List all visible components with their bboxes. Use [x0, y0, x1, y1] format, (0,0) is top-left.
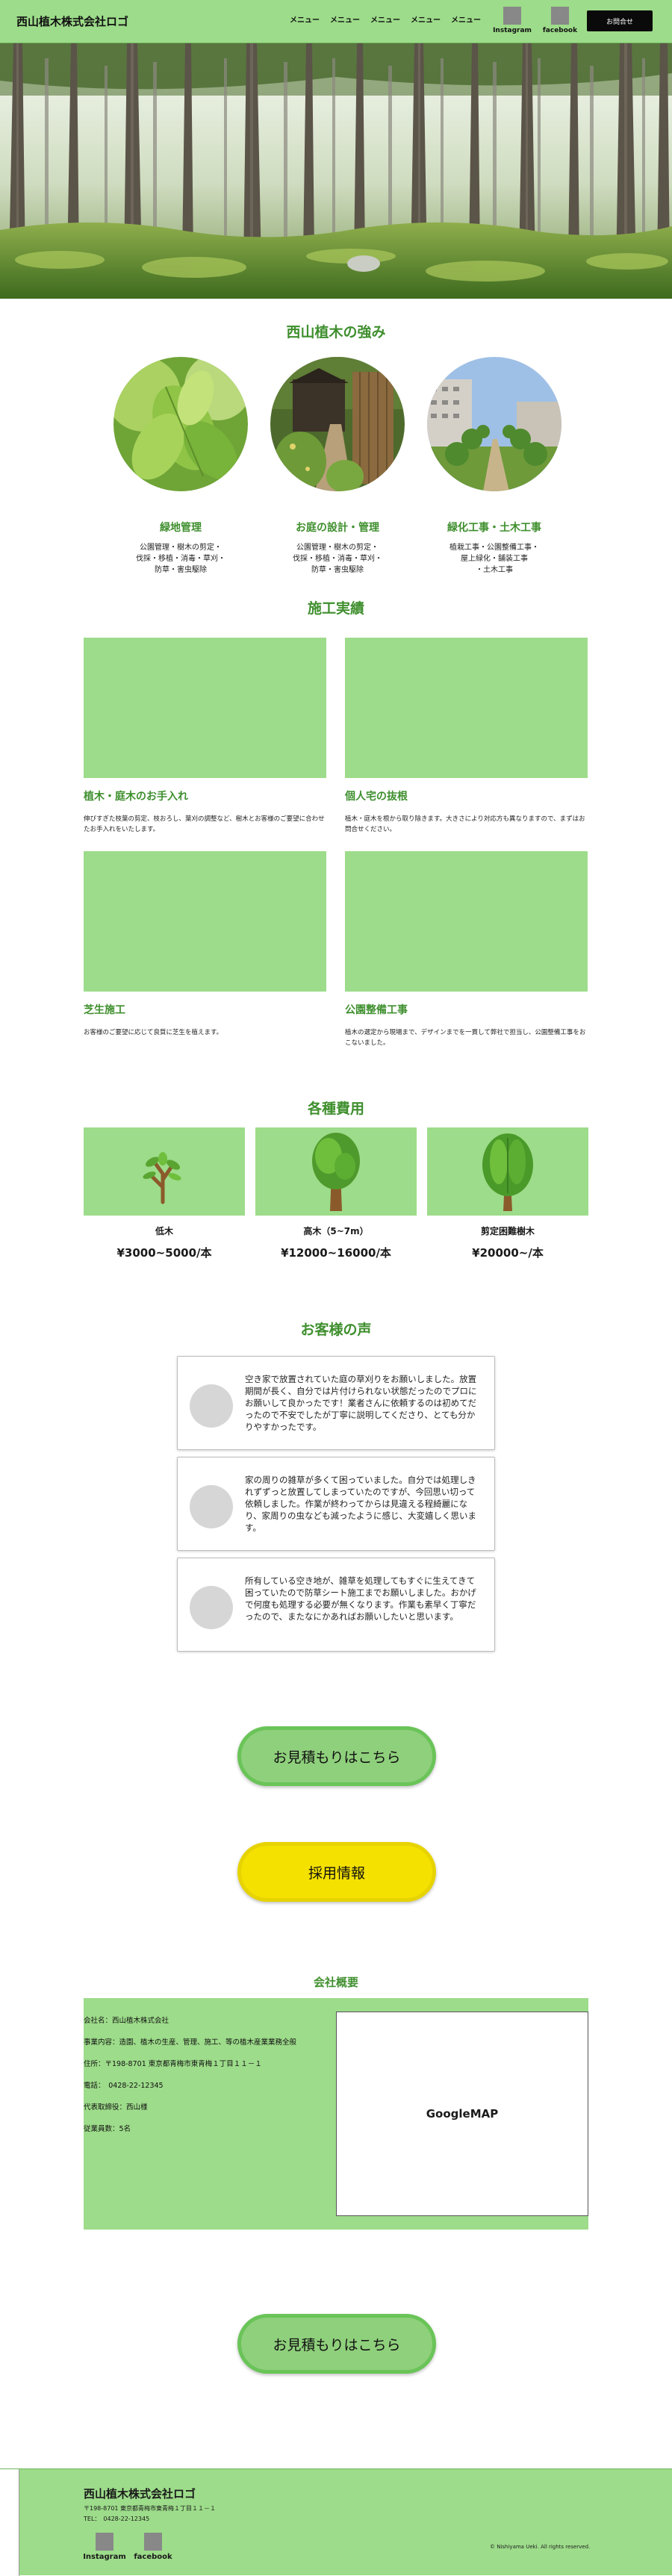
nav-menu-item[interactable]: メニュー — [370, 13, 400, 25]
strength-card: お庭の設計・管理 公園管理・樹木の剪定・ 伐採・移植・消毒・草刈・ 防草・害虫駆… — [270, 357, 405, 576]
avatar — [190, 1586, 233, 1629]
company-address-row: 住所：〒198-8701 東京都青梅市東青梅１丁目１１－１ — [84, 2060, 262, 2068]
work-image-placeholder — [84, 638, 326, 778]
footer-instagram-link[interactable]: Instagram — [82, 2533, 127, 2561]
voice-card: 家の周りの雑草が多くて困っていました。自分では処理しきれずずっと放置してしまって… — [177, 1457, 495, 1551]
main-nav: メニュー メニュー メニュー メニュー メニュー — [290, 13, 481, 25]
work-title: 個人宅の抜根 — [345, 791, 408, 803]
company-info-list: 会社名：西山植木株式会社 事業内容：造園、植木の生産、管理、施工、等の植木産業業… — [84, 2015, 323, 2144]
price-name: 高木（5~7m） — [303, 1226, 369, 1236]
google-map[interactable]: GoogleMAP — [336, 2012, 588, 2216]
instagram-label: Instagram — [493, 27, 532, 34]
work-title: 公園整備工事 — [345, 1004, 408, 1016]
work-card[interactable]: 植木・庭木のお手入れ 伸びすぎた枝葉の剪定、枝おろし、葉刈の調整など、樹木とお客… — [84, 638, 326, 835]
work-image-placeholder — [345, 638, 588, 778]
price-card: 高木（5~7m） ¥12000~16000/本 — [255, 1127, 417, 1260]
footer-facebook-link[interactable]: facebook — [131, 2533, 175, 2561]
estimate-button[interactable]: お見積もりはこちら — [237, 1726, 436, 1786]
garden-path-photo — [270, 357, 405, 491]
company-phone-row: 電話： 0428-22-12345 — [84, 2082, 164, 2090]
voices-title: お客様の声 — [300, 1322, 372, 1338]
recruit-button[interactable]: 採用情報 — [237, 1842, 436, 1902]
work-card[interactable]: 公園整備工事 植木の選定から現場まで、デザインまでを一貫して弊社で担当し、公園整… — [345, 851, 588, 1048]
copyright: © Nishiyama Ueki. All rights reserved. — [490, 2544, 591, 2550]
work-desc: お客様のご要望に応じて良質に芝生を植えます。 — [84, 1029, 223, 1036]
work-title: 植木・庭木のお手入れ — [84, 791, 188, 803]
tall-tree-icon — [255, 1127, 417, 1216]
strength-desc: 植栽工事・公園整備工事・ 屋上緑化・舗装工事 ・土木工事 — [449, 544, 539, 574]
nav-menu-item[interactable]: メニュー — [451, 13, 481, 25]
work-card[interactable]: 芝生施工 お客様のご要望に応じて良質に芝生を植えます。 — [84, 851, 326, 1038]
footer-tel: TEL： 0428-22-12345 — [84, 2516, 150, 2522]
site-header: 西山植木株式会社ロゴ メニュー メニュー メニュー メニュー メニュー Inst… — [0, 0, 672, 43]
nav-menu-item[interactable]: メニュー — [411, 13, 441, 25]
nav-menu-item[interactable]: メニュー — [290, 13, 320, 25]
site-footer: 西山植木株式会社ロゴ 〒198-8701 東京都青梅市東青梅１丁目１１－１ TE… — [0, 2468, 672, 2576]
company-ceo-row: 代表取締役：西山様 — [84, 2103, 148, 2112]
strength-card: 緑化工事・土木工事 植栽工事・公園整備工事・ 屋上緑化・舗装工事 ・土木工事 — [427, 357, 561, 576]
work-desc: 植木・庭木を根から取り除きます。大きさにより対応方も異なりますので、まずはお問合… — [345, 815, 585, 833]
facebook-icon — [144, 2533, 162, 2551]
strength-title: 緑化工事・土木工事 — [447, 522, 541, 534]
avatar — [190, 1384, 233, 1428]
price-card: 剪定困難樹木 ¥20000~/本 — [427, 1127, 588, 1260]
leaves-photo — [113, 357, 248, 491]
voice-text: 所有している空き地が、雑草を処理してもすぐに生えてきて困っていたので防草シート施… — [245, 1575, 476, 1622]
strength-title: お庭の設計・管理 — [296, 522, 379, 534]
voice-card: 所有している空き地が、雑草を処理してもすぐに生えてきて困っていたので防草シート施… — [177, 1558, 495, 1652]
work-image-placeholder — [84, 851, 326, 992]
difficult-tree-icon — [427, 1127, 588, 1216]
company-business-row: 事業内容：造園、植木の生産、管理、施工、等の植木産業業務全般 — [84, 2038, 297, 2047]
greening-road-photo — [427, 357, 561, 491]
strength-desc: 公園管理・樹木の剪定・ 伐採・移植・消毒・草刈・ 防草・害虫駆除 — [136, 544, 225, 574]
avatar — [190, 1485, 233, 1528]
small-tree-icon — [84, 1127, 245, 1216]
voice-text: 家の周りの雑草が多くて困っていました。自分では処理しきれずずっと放置してしまって… — [245, 1475, 477, 1533]
instagram-label: Instagram — [83, 2553, 126, 2561]
footer-address: 〒198-8701 東京都青梅市東青梅１丁目１１－１ — [84, 2505, 217, 2512]
instagram-icon — [503, 7, 521, 25]
company-name-row: 会社名：西山植木株式会社 — [84, 2017, 169, 2025]
company-title: 会社概要 — [313, 1976, 358, 1989]
site-logo[interactable]: 西山植木株式会社ロゴ — [16, 13, 128, 29]
work-title: 芝生施工 — [84, 1004, 125, 1016]
company-info-section: 会社名：西山植木株式会社 事業内容：造園、植木の生産、管理、施工、等の植木産業業… — [84, 1998, 588, 2230]
estimate-button-bottom[interactable]: お見積もりはこちら — [237, 2314, 436, 2374]
prices-title: 各種費用 — [307, 1101, 364, 1117]
strengths-title: 西山植木の強み — [286, 324, 386, 340]
contact-button[interactable]: お問合せ — [587, 10, 653, 31]
strength-card: 緑地管理 公園管理・樹木の剪定・ 伐採・移植・消毒・草刈・ 防草・害虫駆除 — [113, 357, 248, 576]
facebook-link[interactable]: facebook — [538, 7, 582, 34]
nav-menu-item[interactable]: メニュー — [330, 13, 360, 25]
strength-desc: 公園管理・樹木の剪定・ 伐採・移植・消毒・草刈・ 防草・害虫駆除 — [293, 544, 382, 574]
footer-logo[interactable]: 西山植木株式会社ロゴ — [84, 2486, 196, 2501]
price-name: 低木 — [155, 1226, 173, 1236]
price-name: 剪定困難樹木 — [480, 1226, 535, 1236]
facebook-label: facebook — [542, 27, 578, 34]
facebook-icon — [551, 7, 569, 25]
facebook-label: facebook — [134, 2553, 172, 2561]
company-employees-row: 従業員数：5名 — [84, 2125, 131, 2133]
footer-left-strip — [0, 2469, 19, 2576]
works-title: 施工実績 — [307, 600, 364, 617]
strength-title: 緑地管理 — [160, 522, 202, 534]
instagram-link[interactable]: Instagram — [490, 7, 535, 34]
work-image-placeholder — [345, 851, 588, 992]
hero-forest-image — [0, 43, 672, 299]
work-card[interactable]: 個人宅の抜根 植木・庭木を根から取り除きます。大きさにより対応方も異なりますので… — [345, 638, 588, 835]
work-desc: 植木の選定から現場まで、デザインまでを一貫して弊社で担当し、公園整備工事をおこな… — [345, 1029, 586, 1047]
price-card: 低木 ¥3000~5000/本 — [84, 1127, 245, 1260]
price-value: ¥3000~5000/本 — [116, 1246, 212, 1260]
work-desc: 伸びすぎた枝葉の剪定、枝おろし、葉刈の調整など、樹木とお客様のご要望に合わせたお… — [84, 815, 325, 833]
voice-card: 空き家で放置されていた庭の草刈りをお願いしました。放置期間が長く、自分では片付け… — [177, 1356, 495, 1450]
instagram-icon — [96, 2533, 113, 2551]
voice-text: 空き家で放置されていた庭の草刈りをお願いしました。放置期間が長く、自分では片付け… — [245, 1374, 477, 1432]
price-value: ¥12000~16000/本 — [281, 1246, 391, 1260]
price-value: ¥20000~/本 — [472, 1246, 544, 1260]
